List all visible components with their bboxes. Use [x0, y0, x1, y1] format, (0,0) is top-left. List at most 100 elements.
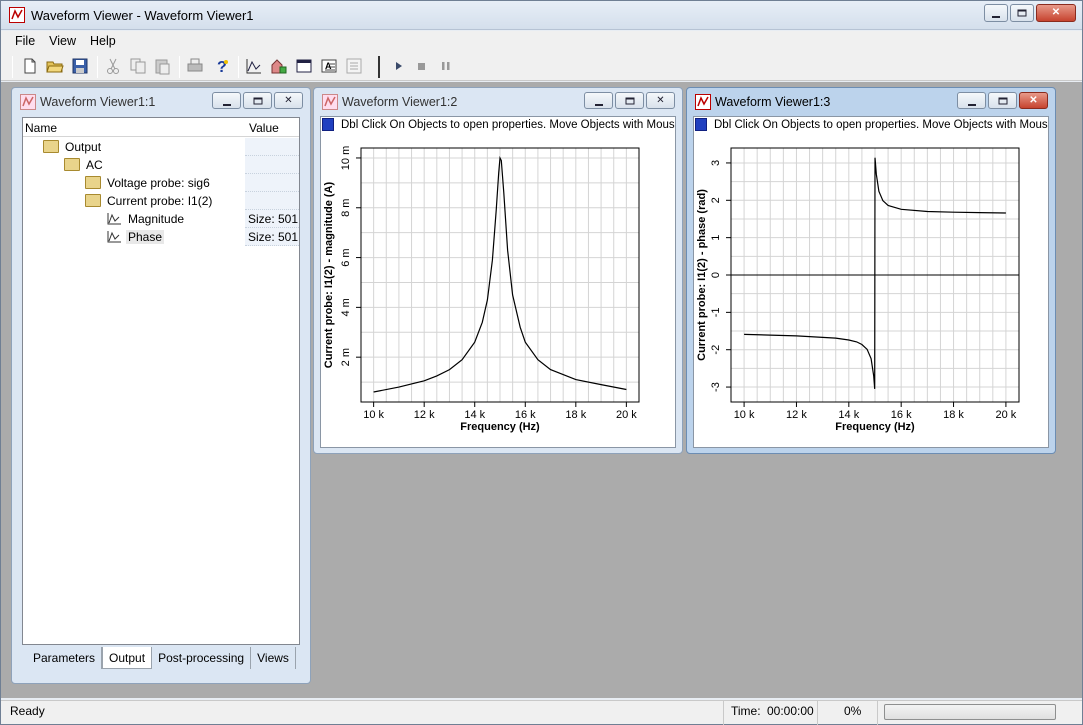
- tree-row-output[interactable]: Output: [23, 138, 299, 156]
- window1-close-button[interactable]: ✕: [274, 92, 303, 109]
- text-icon[interactable]: A: [320, 57, 338, 75]
- folder-icon: [85, 194, 101, 207]
- close-icon: ✕: [1052, 8, 1060, 18]
- y-axis-label: Current probe: I1(2) - phase (rad): [696, 189, 708, 361]
- tree-row-magnitude[interactable]: MagnitudeSize: 501: [23, 210, 299, 228]
- waveform-app-icon: [9, 7, 25, 23]
- window3-close-button[interactable]: ✕: [1019, 92, 1048, 109]
- window3-maximize-button[interactable]: [988, 92, 1017, 109]
- tab-views[interactable]: Views: [251, 647, 296, 669]
- status-bar: Ready Time: 00:00:00 0%: [1, 700, 1082, 724]
- waveform-icon: [106, 212, 122, 225]
- x-tick-label: 12 k: [414, 409, 435, 421]
- cut-icon[interactable]: [104, 57, 122, 75]
- window-icon: [695, 94, 711, 110]
- menu-help[interactable]: Help: [90, 34, 116, 48]
- magnitude-chart[interactable]: 10 k12 k14 k16 k18 k20 k2 m4 m6 m8 m10 m…: [321, 134, 675, 448]
- open-folder-icon[interactable]: [46, 57, 64, 75]
- graph-icon[interactable]: [245, 57, 263, 75]
- phase-chart[interactable]: 10 k12 k14 k16 k18 k20 k-3-2-10123Freque…: [694, 134, 1048, 448]
- close-button[interactable]: ✕: [1036, 4, 1076, 22]
- print-icon[interactable]: [186, 57, 204, 75]
- folder-icon: [85, 176, 101, 189]
- magnitude-graph-window[interactable]: Waveform Viewer1:2 ✕ Dbl Click On Object…: [313, 87, 683, 454]
- title-bar[interactable]: Waveform Viewer - Waveform Viewer1 ✕: [1, 1, 1082, 30]
- window2-maximize-button[interactable]: [615, 92, 644, 109]
- close-icon: ✕: [1029, 96, 1037, 106]
- y-tick-label: 4 m: [340, 298, 352, 316]
- x-tick-label: 16 k: [515, 409, 536, 421]
- y-tick-label: -3: [710, 382, 722, 392]
- x-tick-label: 16 k: [891, 409, 912, 421]
- y-tick-label: 0: [710, 272, 722, 278]
- x-tick-label: 20 k: [996, 409, 1017, 421]
- tree-row-phase[interactable]: PhaseSize: 501: [23, 228, 299, 246]
- y-tick-label: 2 m: [340, 348, 352, 366]
- window2-minimize-button[interactable]: [584, 92, 613, 109]
- pause-icon[interactable]: [437, 57, 455, 75]
- application-window: Waveform Viewer - Waveform Viewer1 ✕ Fil…: [0, 0, 1083, 725]
- y-axis-label: Current probe: I1(2) - magnitude (A): [323, 181, 335, 368]
- x-axis-label: Frequency (Hz): [460, 421, 540, 433]
- tree-value: Size: 501: [248, 212, 298, 226]
- help-icon[interactable]: ?: [213, 57, 231, 75]
- folder-icon: [43, 140, 59, 153]
- window-icon[interactable]: [295, 57, 313, 75]
- maximize-icon: [253, 97, 262, 104]
- minimize-icon: [223, 104, 231, 106]
- probe-icon[interactable]: [270, 57, 288, 75]
- close-icon: ✕: [656, 96, 664, 106]
- x-tick-label: 14 k: [464, 409, 485, 421]
- menu-file[interactable]: File: [15, 34, 35, 48]
- column-value-header[interactable]: Value: [249, 121, 279, 135]
- restore-icon: [1018, 10, 1027, 17]
- waveform-icon: [106, 230, 122, 243]
- tree-row-current-probe[interactable]: Current probe: I1(2): [23, 192, 299, 210]
- graph-area[interactable]: Dbl Click On Objects to open properties.…: [320, 116, 676, 448]
- window-icon: [20, 94, 36, 110]
- new-file-icon[interactable]: [21, 57, 39, 75]
- toolbar: ? A: [1, 51, 1082, 81]
- tab-post-processing[interactable]: Post-processing: [152, 647, 251, 669]
- maximize-icon: [998, 97, 1007, 104]
- window3-minimize-button[interactable]: [957, 92, 986, 109]
- y-tick-label: 2: [710, 197, 722, 203]
- window1-title-bar[interactable]: Waveform Viewer1:1 ✕: [12, 88, 310, 116]
- menu-view[interactable]: View: [49, 34, 76, 48]
- tree-row-ac[interactable]: AC: [23, 156, 299, 174]
- tab-parameters[interactable]: Parameters: [22, 647, 102, 669]
- graph-hint-bar: Dbl Click On Objects to open properties.…: [694, 117, 1048, 133]
- phase-graph-window[interactable]: Waveform Viewer1:3 ✕ Dbl Click On Object…: [686, 87, 1056, 454]
- window2-close-button[interactable]: ✕: [646, 92, 675, 109]
- x-tick-label: 18 k: [565, 409, 586, 421]
- paste-icon[interactable]: [153, 57, 171, 75]
- window1-maximize-button[interactable]: [243, 92, 272, 109]
- properties-icon[interactable]: [322, 118, 334, 131]
- window-icon: [322, 94, 338, 110]
- play-icon[interactable]: [390, 57, 408, 75]
- window1-minimize-button[interactable]: [212, 92, 241, 109]
- output-tree[interactable]: Name Value Output AC Voltage probe: sig6…: [22, 117, 300, 645]
- close-icon: ✕: [284, 96, 292, 106]
- x-tick-label: 12 k: [786, 409, 807, 421]
- save-icon[interactable]: [71, 57, 89, 75]
- window2-title-bar[interactable]: Waveform Viewer1:2 ✕: [314, 88, 682, 116]
- minimize-icon: [992, 16, 1000, 18]
- x-tick-label: 10 k: [734, 409, 755, 421]
- column-name-header[interactable]: Name: [25, 121, 57, 135]
- x-tick-label: 20 k: [616, 409, 637, 421]
- note-icon[interactable]: [345, 57, 363, 75]
- stop-icon[interactable]: [413, 57, 431, 75]
- tab-output[interactable]: Output: [102, 647, 152, 669]
- graph-area[interactable]: Dbl Click On Objects to open properties.…: [693, 116, 1049, 448]
- properties-icon[interactable]: [695, 118, 707, 131]
- maximize-icon: [625, 97, 634, 104]
- minimize-button[interactable]: [984, 4, 1008, 22]
- y-tick-label: 6 m: [340, 248, 352, 266]
- window3-title-bar[interactable]: Waveform Viewer1:3 ✕: [687, 88, 1055, 116]
- x-tick-label: 18 k: [943, 409, 964, 421]
- maximize-button[interactable]: [1010, 4, 1034, 22]
- status-text: Ready: [10, 704, 45, 718]
- tree-row-voltage-probe[interactable]: Voltage probe: sig6: [23, 174, 299, 192]
- copy-icon[interactable]: [129, 57, 147, 75]
